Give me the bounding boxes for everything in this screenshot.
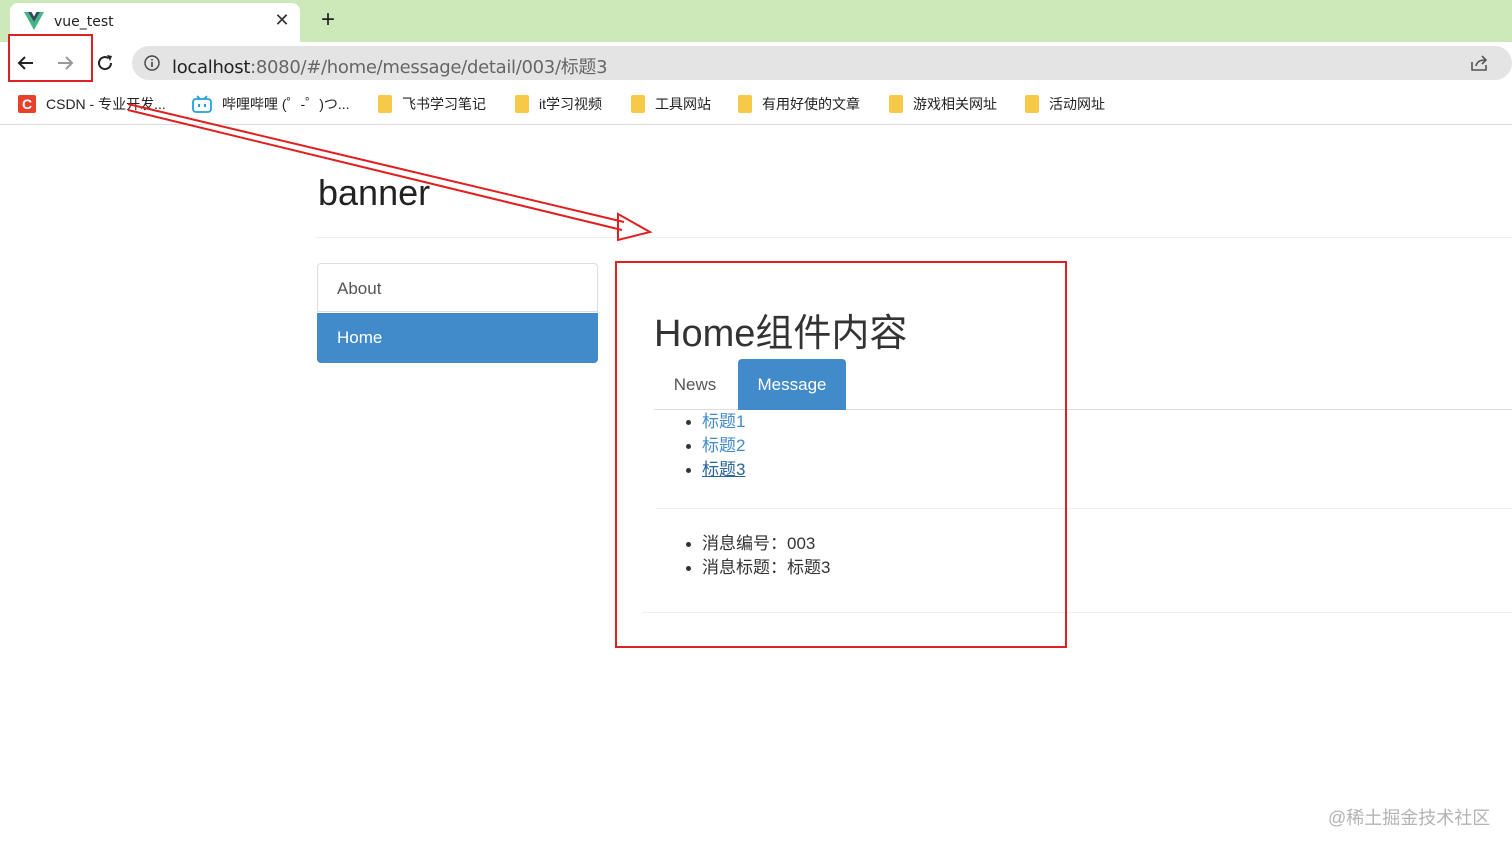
bookmark-label: 哔哩哔哩 (゜-゜)つ...: [222, 96, 350, 112]
bookmark-folder-articles[interactable]: 有用好使的文章: [738, 93, 860, 115]
bookmark-label: 飞书学习笔记: [402, 96, 486, 112]
bookmark-folder-events[interactable]: 活动网址: [1025, 93, 1105, 115]
reload-icon: [98, 55, 113, 71]
bookmark-folder-it[interactable]: it学习视频: [515, 93, 602, 115]
folder-icon: [631, 95, 645, 113]
csdn-icon: C: [18, 95, 36, 113]
close-icon[interactable]: ✕: [272, 10, 292, 30]
folder-icon: [1025, 95, 1039, 113]
bookmark-label: 工具网站: [655, 96, 711, 112]
bookmark-folder-feishu[interactable]: 飞书学习笔记: [378, 93, 486, 115]
annotation-highlight-nav-buttons: [8, 34, 93, 82]
url-host: localhost: [172, 57, 251, 78]
url-text: localhost:8080/#/home/message/detail/003…: [172, 53, 608, 79]
tab-title: vue_test: [54, 14, 114, 30]
divider: [316, 237, 1512, 238]
side-nav: About Home: [317, 263, 598, 363]
bilibili-icon: [192, 95, 212, 113]
bookmark-folder-games[interactable]: 游戏相关网址: [889, 93, 997, 115]
sidenav-item-home[interactable]: Home: [317, 313, 598, 363]
annotation-highlight-content: [615, 261, 1067, 648]
reload-button[interactable]: [92, 50, 118, 76]
sidenav-item-about[interactable]: About: [317, 263, 598, 312]
bookmark-bilibili[interactable]: 哔哩哔哩 (゜-゜)つ...: [192, 93, 350, 115]
new-tab-button[interactable]: +: [316, 8, 340, 32]
tab-strip: vue_test ✕ +: [0, 0, 1512, 42]
info-icon[interactable]: [144, 55, 160, 71]
bookmark-label: it学习视频: [539, 96, 602, 112]
share-icon[interactable]: [1470, 54, 1490, 72]
watermark: @稀土掘金技术社区: [1328, 808, 1491, 828]
folder-icon: [515, 95, 529, 113]
browser-toolbar: localhost:8080/#/home/message/detail/003…: [0, 42, 1512, 84]
bookmark-label: 活动网址: [1049, 96, 1105, 112]
bookmark-label: 游戏相关网址: [913, 96, 997, 112]
folder-icon: [378, 95, 392, 113]
folder-icon: [889, 95, 903, 113]
bookmark-csdn[interactable]: C CSDN - 专业开发...: [18, 93, 166, 115]
bookmark-label: 有用好使的文章: [762, 96, 860, 112]
bookmarks-bar: C CSDN - 专业开发... 哔哩哔哩 (゜-゜)つ... 飞书学习笔记 i…: [0, 84, 1512, 125]
bookmark-label: CSDN - 专业开发...: [46, 96, 166, 112]
bookmark-folder-tools[interactable]: 工具网站: [631, 93, 711, 115]
address-bar[interactable]: localhost:8080/#/home/message/detail/003…: [132, 46, 1512, 80]
folder-icon: [738, 95, 752, 113]
vue-logo-icon: [24, 12, 44, 30]
banner-title: banner: [318, 172, 431, 213]
url-path: :8080/#/home/message/detail/003/标题3: [250, 57, 608, 78]
